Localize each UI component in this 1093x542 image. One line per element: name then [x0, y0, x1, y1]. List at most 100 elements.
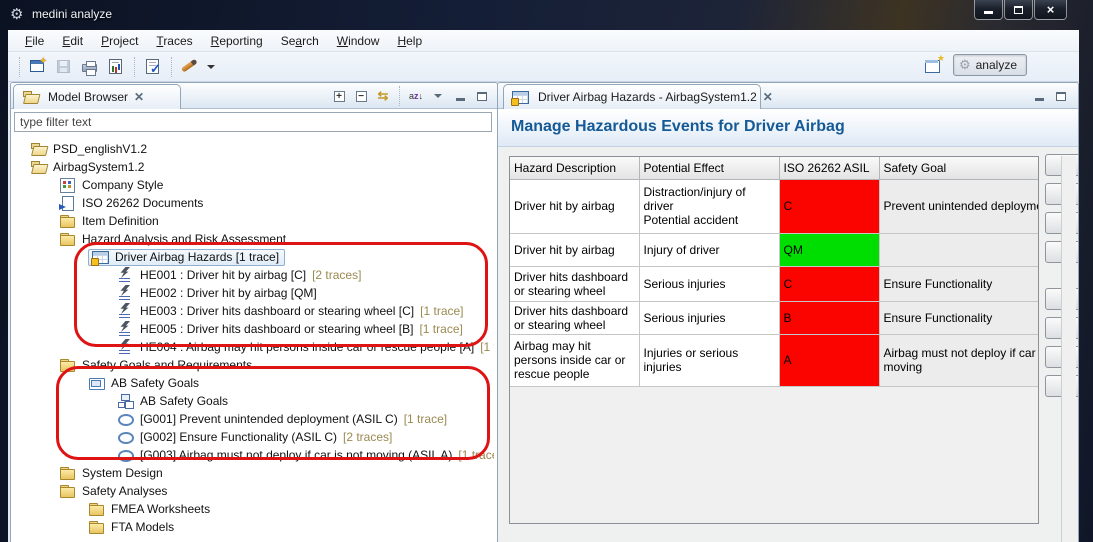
link-with-editor-button[interactable]: ⇆ [373, 87, 393, 105]
tree-item[interactable]: HE004 : Airbag may hit persons inside ca… [12, 338, 494, 356]
tree-item[interactable]: AB Safety Goals [12, 392, 494, 410]
potential-effect-cell[interactable]: Distraction/injury of driver Potential a… [639, 179, 779, 233]
asil-cell[interactable]: B [779, 301, 879, 334]
tree-item[interactable]: HE002 : Driver hit by airbag [QM] [12, 284, 494, 302]
tree-item[interactable]: ISO 26262 Documents [12, 194, 494, 212]
brush-button[interactable] [178, 56, 202, 78]
column-header[interactable]: ISO 26262 ASIL [779, 157, 879, 179]
tree-item[interactable]: Safety Analyses [12, 482, 494, 500]
menu-reporting[interactable]: Reporting [202, 32, 272, 50]
potential-effect-cell[interactable]: Injuries or serious injuries [639, 334, 779, 386]
documents-icon [59, 195, 76, 211]
tree-item[interactable]: [G002] Ensure Functionality (ASIL C)[2 t… [12, 428, 494, 446]
tree-item-label: AirbagSystem1.2 [51, 160, 146, 174]
hazard-description-cell[interactable]: Driver hits dashboard or stearing wheel [510, 301, 639, 334]
tree-item[interactable]: HE003 : Driver hits dashboard or stearin… [12, 302, 494, 320]
menu-window[interactable]: Window [328, 32, 389, 50]
view-menu-button[interactable] [428, 87, 448, 105]
sort-alphabetically-button[interactable]: az↓ [406, 87, 426, 105]
tab-editor[interactable]: Driver Airbag Hazards - AirbagSystem1.2 … [503, 84, 761, 109]
expand-all-button[interactable]: + [329, 87, 349, 105]
tree-item-label: HE004 : Airbag may hit persons inside ca… [138, 340, 476, 354]
tree-item-label: HE003 : Driver hits dashboard or stearin… [138, 304, 416, 318]
maximize-button[interactable] [1004, 0, 1033, 20]
filter-input[interactable] [14, 112, 492, 132]
menu-file[interactable]: File [16, 32, 53, 50]
goal-icon [117, 447, 134, 463]
table-row: Airbag may hit persons inside car or res… [510, 334, 1039, 386]
folder-open-icon [30, 159, 47, 175]
tree-item[interactable]: FTA Models [12, 518, 494, 536]
menu-edit[interactable]: Edit [53, 32, 92, 50]
new-wizard-button[interactable]: ✦ [26, 56, 50, 78]
menu-help[interactable]: Help [388, 32, 431, 50]
tree-item[interactable]: [G003] Airbag must not deploy if car is … [12, 446, 494, 464]
hazard-description-cell[interactable]: Driver hit by airbag [510, 233, 639, 266]
hazard-description-cell[interactable]: Driver hit by airbag [510, 179, 639, 233]
analyze-perspective-button[interactable]: ⚙ analyze [953, 54, 1027, 76]
asil-cell[interactable]: QM [779, 233, 879, 266]
open-perspective-icon[interactable]: ★ [923, 56, 943, 74]
asil-cell[interactable]: C [779, 266, 879, 301]
minimize-button[interactable] [974, 0, 1003, 20]
safety-goal-cell[interactable]: Prevent unintended deployment [879, 179, 1039, 233]
safety-goal-cell[interactable]: Ensure Functionality [879, 266, 1039, 301]
column-header[interactable]: Safety Goal [879, 157, 1039, 179]
potential-effect-cell[interactable]: Injury of driver [639, 233, 779, 266]
tree-item[interactable]: HE001 : Driver hit by airbag [C][2 trace… [12, 266, 494, 284]
report-button[interactable] [104, 56, 128, 78]
maximize-view-button[interactable] [472, 87, 492, 105]
column-header[interactable]: Potential Effect [639, 157, 779, 179]
save-button[interactable] [52, 56, 76, 78]
table-header-row: Hazard DescriptionPotential EffectISO 26… [510, 157, 1039, 179]
tree-item[interactable]: System Design [12, 464, 494, 482]
safety-goal-cell[interactable]: Airbag must not deploy if car is not mov… [879, 334, 1039, 386]
tab-model-browser[interactable]: Model Browser ✕ [13, 84, 181, 109]
tree-item[interactable]: AB Safety Goals [12, 374, 494, 392]
tree-item[interactable]: AirbagSystem1.2 [12, 158, 494, 176]
folder-icon [59, 213, 76, 229]
menu-project[interactable]: Project [92, 32, 147, 50]
validate-button[interactable] [141, 56, 165, 78]
column-header[interactable]: Hazard Description [510, 157, 639, 179]
potential-effect-cell[interactable]: Serious injuries [639, 301, 779, 334]
tree-item[interactable]: Item Definition [12, 212, 494, 230]
maximize-view-button[interactable] [1051, 87, 1071, 105]
collapse-all-button[interactable]: − [351, 87, 371, 105]
folder-icon [59, 231, 76, 247]
editor-view: Driver Airbag Hazards - AirbagSystem1.2 … [497, 82, 1079, 542]
tree-item[interactable]: PSD_englishV1.2 [12, 140, 494, 158]
close-icon[interactable]: ✕ [763, 91, 773, 103]
editor-scrollbar[interactable] [1061, 156, 1076, 542]
folder-icon [88, 519, 105, 535]
tree-item[interactable]: FMEA Worksheets [12, 500, 494, 518]
menu-search[interactable]: Search [272, 32, 328, 50]
close-button[interactable]: × [1034, 0, 1067, 20]
tree-item[interactable]: [G001] Prevent unintended deployment (AS… [12, 410, 494, 428]
minimize-view-button[interactable] [450, 87, 470, 105]
validate-icon [146, 59, 159, 74]
print-icon [82, 64, 97, 72]
potential-effect-cell[interactable]: Serious injuries [639, 266, 779, 301]
hazard-description-cell[interactable]: Driver hits dashboard or stearing wheel [510, 266, 639, 301]
title-bar[interactable]: ⚙ medini analyze × [0, 0, 1093, 30]
tree-item-label: PSD_englishV1.2 [51, 142, 149, 156]
safety-goal-cell[interactable] [879, 233, 1039, 266]
minimize-view-icon [456, 98, 465, 101]
folder-icon [88, 501, 105, 517]
safety-goal-cell[interactable]: Ensure Functionality [879, 301, 1039, 334]
tree-item[interactable]: Company Style [12, 176, 494, 194]
tree-item[interactable]: Driver Airbag Hazards [1 trace] [12, 248, 494, 266]
tree-item[interactable]: Hazard Analysis and Risk Assessment [12, 230, 494, 248]
minimize-view-button[interactable] [1029, 87, 1049, 105]
asil-cell[interactable]: A [779, 334, 879, 386]
hazard-description-cell[interactable]: Airbag may hit persons inside car or res… [510, 334, 639, 386]
asil-cell[interactable]: C [779, 179, 879, 233]
tree-item[interactable]: HE005 : Driver hits dashboard or stearin… [12, 320, 494, 338]
dropdown-arrow-icon[interactable] [207, 65, 215, 69]
menu-traces[interactable]: Traces [147, 32, 201, 50]
print-button[interactable] [78, 56, 102, 78]
tree-item[interactable]: Safety Goals and Requirements [12, 356, 494, 374]
close-icon[interactable]: ✕ [134, 91, 144, 103]
model-tree: PSD_englishV1.2 AirbagSystem1.2 Company St… [12, 137, 494, 542]
